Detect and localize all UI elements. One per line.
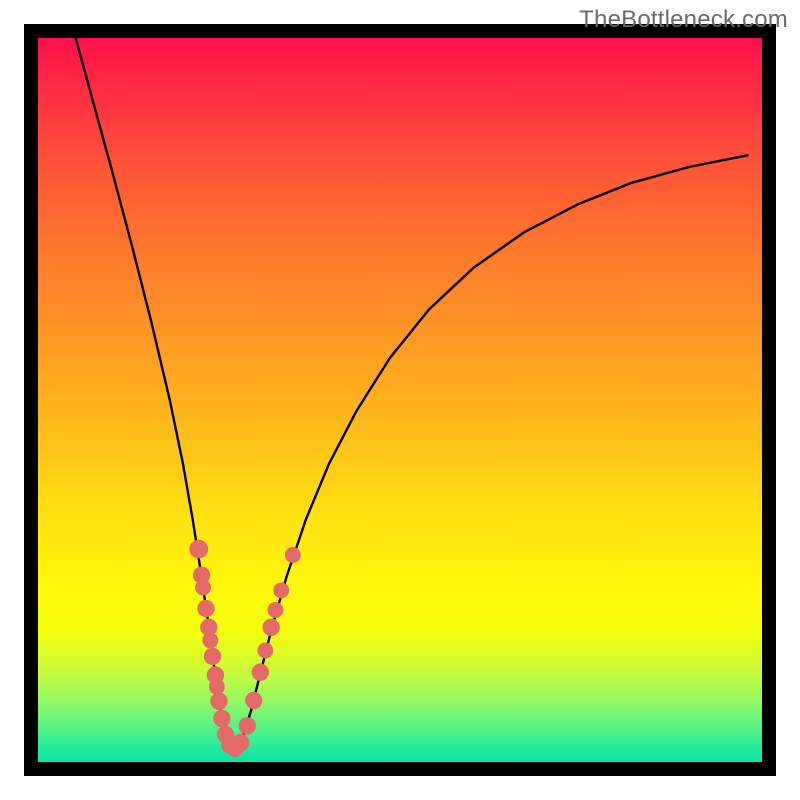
plot-area: [38, 38, 762, 762]
watermark-text: TheBottleneck.com: [579, 6, 788, 34]
chart-frame: TheBottleneck.com: [0, 0, 800, 800]
